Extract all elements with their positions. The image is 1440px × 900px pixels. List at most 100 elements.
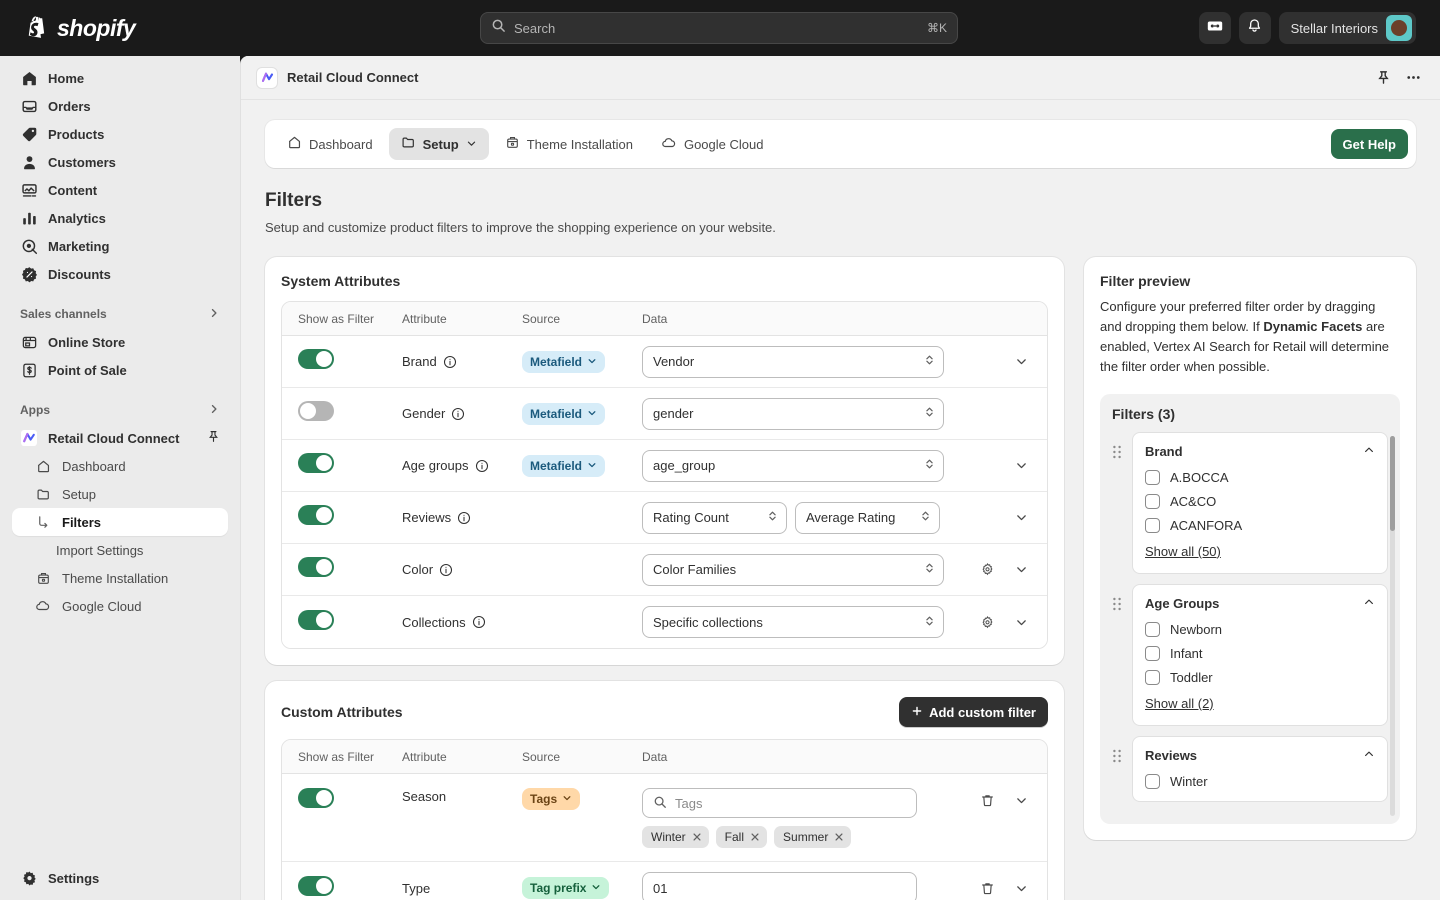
delete-row-trash-icon[interactable] [979, 792, 995, 808]
expand-row-chevron[interactable] [1013, 458, 1029, 474]
data-select[interactable]: Color Families [642, 553, 944, 586]
facet-header[interactable]: Reviews [1145, 747, 1375, 765]
checkbox[interactable] [1145, 645, 1160, 661]
checkbox[interactable] [1145, 517, 1160, 533]
sidebar-item-orders[interactable]: Orders [12, 92, 228, 120]
data-select-rating-count[interactable]: Rating Count [642, 501, 787, 534]
checkbox[interactable] [1145, 669, 1160, 685]
expand-row-chevron[interactable] [1013, 562, 1029, 578]
remove-chip-icon[interactable] [692, 832, 702, 842]
info-icon[interactable] [443, 355, 457, 369]
sidebar-item-google-cloud[interactable]: Google Cloud [12, 592, 228, 620]
source-badge[interactable]: Metafield [522, 350, 606, 373]
show-as-filter-toggle[interactable] [298, 505, 334, 525]
checkbox[interactable] [1145, 469, 1160, 485]
more-options-icon[interactable] [1405, 69, 1422, 86]
expand-row-chevron[interactable] [1013, 792, 1029, 808]
source-badge[interactable]: Metafield [522, 454, 606, 477]
show-as-filter-toggle[interactable] [298, 557, 334, 577]
source-badge[interactable]: Tags [522, 788, 581, 810]
sidebar-section-apps[interactable]: Apps [12, 396, 228, 424]
tag-chip[interactable]: Fall [715, 826, 768, 848]
store-switcher[interactable]: Stellar Interiors [1278, 12, 1416, 44]
theme-preview-button[interactable] [1198, 12, 1231, 44]
chevron-up-icon[interactable] [1363, 443, 1375, 461]
sidebar-section-sales-channels[interactable]: Sales channels [12, 300, 228, 328]
remove-chip-icon[interactable] [750, 832, 760, 842]
remove-chip-icon[interactable] [834, 832, 844, 842]
checkbox[interactable] [1145, 493, 1160, 509]
facet-option[interactable]: Newborn [1145, 621, 1375, 637]
tab-setup[interactable]: Setup [388, 128, 489, 160]
facet-option[interactable]: Infant [1145, 645, 1375, 661]
sidebar-item-setup[interactable]: Setup [12, 480, 228, 508]
drag-handle-icon[interactable] [1112, 432, 1126, 465]
info-icon[interactable] [457, 511, 471, 525]
sidebar-item-filters[interactable]: Filters [12, 508, 228, 536]
sidebar-item-settings[interactable]: Settings [12, 864, 228, 892]
page-scroll-area[interactable]: Dashboard Setup Theme Installation Googl… [241, 100, 1440, 900]
facet-option[interactable]: ACANFORA [1145, 517, 1375, 533]
facet-option[interactable]: AC&CO [1145, 493, 1375, 509]
facet-option[interactable]: A.BOCCA [1145, 469, 1375, 485]
sidebar-item-import-settings[interactable]: Import Settings [12, 536, 228, 564]
sidebar-item-customers[interactable]: Customers [12, 148, 228, 176]
show-as-filter-toggle[interactable] [298, 453, 334, 473]
row-settings-gear-icon[interactable] [979, 614, 995, 630]
data-select[interactable]: Vendor [642, 345, 944, 378]
data-select[interactable]: age_group [642, 449, 944, 482]
data-select-average-rating[interactable]: Average Rating [795, 501, 940, 534]
get-help-button[interactable]: Get Help [1330, 129, 1408, 159]
pin-icon[interactable] [207, 430, 220, 446]
sidebar-item-analytics[interactable]: Analytics [12, 204, 228, 232]
filters-preview-list[interactable]: Filters (3) Brand A.BOCCA AC&CO ACANFORA… [1100, 393, 1400, 824]
drag-handle-icon[interactable] [1112, 584, 1126, 617]
expand-row-chevron[interactable] [1013, 354, 1029, 370]
pin-icon[interactable] [1376, 70, 1391, 85]
shopify-logo[interactable]: shopify [12, 14, 136, 42]
data-select[interactable]: Specific collections [642, 606, 944, 638]
drag-handle-icon[interactable] [1112, 736, 1126, 769]
sidebar-item-home[interactable]: Home [12, 64, 228, 92]
sidebar-item-dashboard[interactable]: Dashboard [12, 452, 228, 480]
sidebar-item-discounts[interactable]: Discounts [12, 260, 228, 288]
expand-row-chevron[interactable] [1013, 880, 1029, 896]
delete-row-trash-icon[interactable] [979, 880, 995, 896]
show-as-filter-toggle[interactable] [298, 875, 334, 896]
show-as-filter-toggle[interactable] [298, 401, 334, 421]
tab-theme-installation[interactable]: Theme Installation [493, 128, 645, 160]
show-all-link[interactable]: Show all (2) [1145, 696, 1214, 711]
expand-row-chevron[interactable] [1013, 510, 1029, 526]
add-custom-filter-button[interactable]: Add custom filter [899, 697, 1048, 727]
global-search[interactable]: Search ⌘K [480, 12, 958, 44]
show-as-filter-toggle[interactable] [298, 788, 334, 808]
chevron-up-icon[interactable] [1363, 595, 1375, 613]
show-as-filter-toggle[interactable] [298, 609, 334, 630]
info-icon[interactable] [439, 563, 453, 577]
chevron-up-icon[interactable] [1363, 747, 1375, 765]
facet-header[interactable]: Age Groups [1145, 595, 1375, 613]
facet-header[interactable]: Brand [1145, 443, 1375, 461]
data-select[interactable]: gender [642, 397, 944, 430]
facet-option[interactable]: Toddler [1145, 669, 1375, 685]
info-icon[interactable] [475, 459, 489, 473]
tags-search-input[interactable]: Tags [642, 788, 917, 818]
sidebar-item-products[interactable]: Products [12, 120, 228, 148]
facet-option[interactable]: Winter [1145, 773, 1375, 789]
show-all-link[interactable]: Show all (50) [1145, 544, 1221, 559]
source-badge[interactable]: Tag prefix [522, 877, 610, 899]
tag-prefix-input[interactable]: 01 [642, 872, 917, 900]
sidebar-item-retail-cloud-connect[interactable]: Retail Cloud Connect [12, 424, 228, 452]
preview-scrollbar-thumb[interactable] [1390, 435, 1395, 531]
sidebar-item-online-store[interactable]: Online Store [12, 328, 228, 356]
sidebar-item-theme-installation[interactable]: Theme Installation [12, 564, 228, 592]
tag-chip[interactable]: Summer [774, 826, 852, 848]
tab-google-cloud[interactable]: Google Cloud [649, 128, 776, 160]
show-as-filter-toggle[interactable] [298, 349, 334, 369]
info-icon[interactable] [472, 615, 486, 629]
tag-chip[interactable]: Winter [642, 826, 709, 848]
source-badge[interactable]: Metafield [522, 402, 606, 425]
row-settings-gear-icon[interactable] [979, 562, 995, 578]
info-icon[interactable] [451, 407, 465, 421]
notifications-button[interactable] [1238, 12, 1271, 44]
